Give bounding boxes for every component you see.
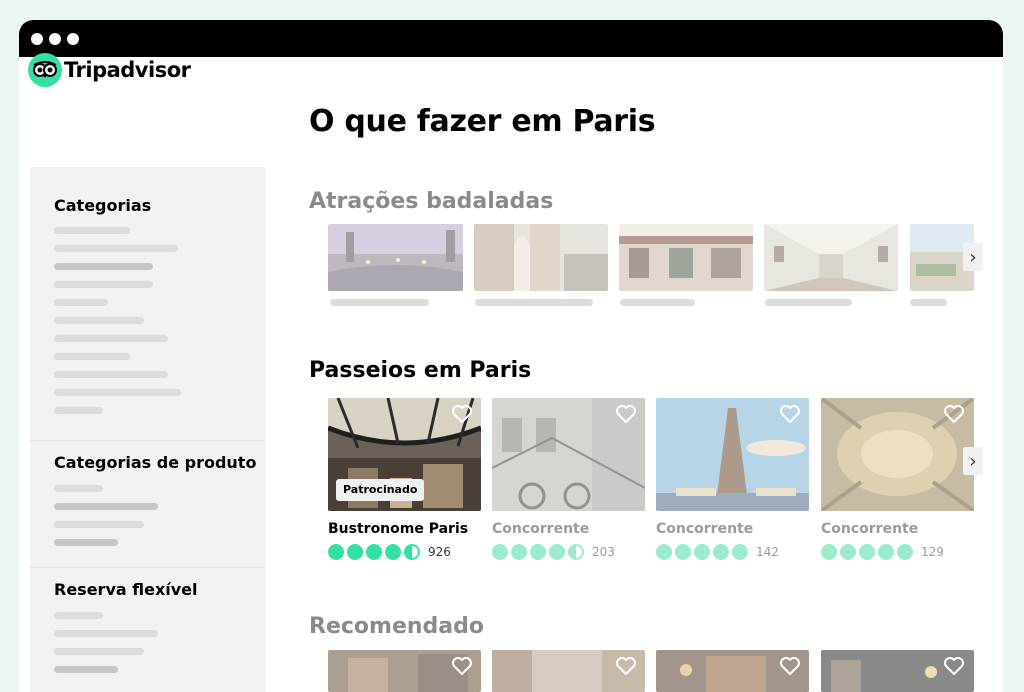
window-titlebar bbox=[19, 20, 1003, 57]
rating-bubble-icon bbox=[492, 544, 508, 560]
attraction-caption bbox=[910, 299, 947, 306]
logo-wordmark: Tripadvisor bbox=[64, 58, 191, 82]
rating-bubble-icon bbox=[568, 544, 584, 560]
heart-icon[interactable] bbox=[779, 656, 801, 676]
rating-bubbles: 142 bbox=[656, 544, 779, 560]
filter-option[interactable] bbox=[54, 648, 144, 655]
filter-option[interactable] bbox=[54, 539, 118, 546]
filter-option[interactable] bbox=[54, 521, 144, 528]
filter-option[interactable] bbox=[54, 245, 178, 252]
rating-bubble-icon bbox=[328, 544, 344, 560]
section-title-recommended: Recomendado bbox=[309, 614, 484, 639]
filter-option[interactable] bbox=[54, 353, 130, 360]
filter-option[interactable] bbox=[54, 335, 168, 342]
page-title: O que fazer em Paris bbox=[309, 104, 656, 139]
tour-name[interactable]: Concorrente bbox=[656, 521, 753, 537]
rating-bubble-icon bbox=[366, 544, 382, 560]
rating-bubble-icon bbox=[840, 544, 856, 560]
filter-section-title: Reserva flexível bbox=[54, 580, 198, 599]
filter-option[interactable] bbox=[54, 666, 118, 673]
filter-section-title: Categorias bbox=[54, 196, 152, 215]
heart-icon[interactable] bbox=[943, 656, 965, 676]
rating-bubble-icon bbox=[511, 544, 527, 560]
rating-bubble-icon bbox=[897, 544, 913, 560]
filter-option[interactable] bbox=[54, 503, 158, 510]
attraction-caption bbox=[620, 299, 695, 306]
section-title-trending: Atrações badaladas bbox=[309, 189, 554, 214]
review-count: 926 bbox=[428, 545, 451, 559]
tour-name[interactable]: Bustronome Paris bbox=[328, 521, 468, 537]
rating-bubble-icon bbox=[713, 544, 729, 560]
rating-bubble-icon bbox=[694, 544, 710, 560]
filter-option[interactable] bbox=[54, 227, 130, 234]
filter-option[interactable] bbox=[54, 389, 181, 396]
filter-option[interactable] bbox=[54, 281, 153, 288]
filter-option[interactable] bbox=[54, 317, 144, 324]
rating-bubbles: 129 bbox=[821, 544, 944, 560]
filter-option[interactable] bbox=[54, 485, 103, 492]
filter-option[interactable] bbox=[54, 630, 158, 637]
filter-option[interactable] bbox=[54, 263, 153, 270]
heart-icon[interactable] bbox=[451, 404, 473, 424]
attraction-photo-museum[interactable] bbox=[764, 224, 898, 291]
filter-option[interactable] bbox=[54, 407, 103, 414]
heart-icon[interactable] bbox=[451, 656, 473, 676]
window-control-dot[interactable] bbox=[49, 33, 61, 45]
window-control-dot[interactable] bbox=[67, 33, 79, 45]
attraction-photo-bridge[interactable] bbox=[328, 224, 463, 291]
divider bbox=[30, 440, 265, 441]
tour-name[interactable]: Concorrente bbox=[492, 521, 589, 537]
attraction-caption bbox=[330, 299, 429, 306]
rating-bubble-icon bbox=[549, 544, 565, 560]
attraction-photo-cafe[interactable] bbox=[619, 224, 753, 291]
filters-sidebar: Categorias Categorias de produto Reserva… bbox=[30, 167, 265, 692]
window-control-dot[interactable] bbox=[31, 33, 43, 45]
tripadvisor-logo[interactable]: Tripadvisor bbox=[28, 53, 191, 87]
filter-option[interactable] bbox=[54, 612, 103, 619]
filter-option[interactable] bbox=[54, 299, 108, 306]
attraction-caption bbox=[765, 299, 852, 306]
section-title-tours: Passeios em Paris bbox=[309, 358, 532, 383]
rating-bubble-icon bbox=[675, 544, 691, 560]
rating-bubbles: 203 bbox=[492, 544, 615, 560]
review-count: 142 bbox=[756, 545, 779, 559]
rating-bubble-icon bbox=[821, 544, 837, 560]
attraction-photo-arc[interactable] bbox=[474, 224, 608, 291]
heart-icon[interactable] bbox=[943, 404, 965, 424]
review-count: 203 bbox=[592, 545, 615, 559]
sponsored-badge: Patrocinado bbox=[336, 479, 425, 501]
filter-section-title: Categorias de produto bbox=[54, 453, 257, 472]
rating-bubble-icon bbox=[656, 544, 672, 560]
rating-bubbles: 926 bbox=[328, 544, 451, 560]
attraction-caption bbox=[475, 299, 593, 306]
rating-bubble-icon bbox=[385, 544, 401, 560]
heart-icon[interactable] bbox=[779, 404, 801, 424]
rating-bubble-icon bbox=[732, 544, 748, 560]
owl-eyes-icon bbox=[28, 53, 62, 87]
rating-bubble-icon bbox=[530, 544, 546, 560]
chevron-right-icon[interactable]: › bbox=[963, 447, 983, 475]
chevron-right-icon[interactable]: › bbox=[963, 243, 983, 271]
heart-icon[interactable] bbox=[615, 404, 637, 424]
tour-name[interactable]: Concorrente bbox=[821, 521, 918, 537]
divider bbox=[30, 567, 265, 568]
rating-bubble-icon bbox=[859, 544, 875, 560]
rating-bubble-icon bbox=[347, 544, 363, 560]
review-count: 129 bbox=[921, 545, 944, 559]
filter-option[interactable] bbox=[54, 371, 168, 378]
heart-icon[interactable] bbox=[615, 656, 637, 676]
rating-bubble-icon bbox=[404, 544, 420, 560]
rating-bubble-icon bbox=[878, 544, 894, 560]
